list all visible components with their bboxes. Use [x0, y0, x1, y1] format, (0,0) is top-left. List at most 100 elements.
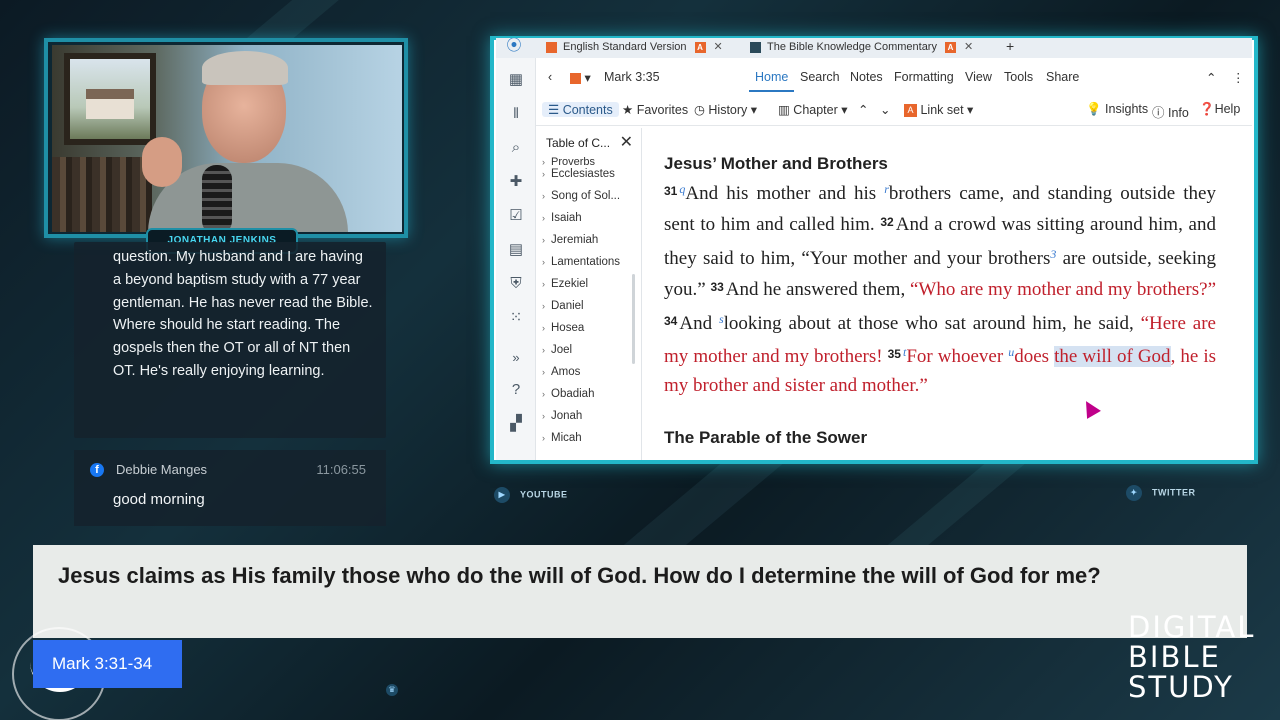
toc-item-label: Isaiah	[551, 212, 582, 224]
app-sidebar: ▦ 𝍪 ⌕ ✚ ☑ ▤ ⛨ ⁙ » ? ▞	[496, 58, 536, 460]
verse-number[interactable]: 34	[664, 314, 677, 328]
toc-item[interactable]: › Hosea	[542, 322, 634, 344]
wall-painting	[64, 53, 156, 145]
help-icon[interactable]: ?	[506, 380, 526, 400]
help-button[interactable]: ❓Help	[1199, 102, 1240, 117]
more-icon[interactable]: ⋮	[1232, 70, 1245, 85]
previous-chapter-icon[interactable]: ⌃	[858, 102, 868, 117]
chevron-right-icon: ›	[542, 279, 545, 289]
verse-text: And his mother and his	[685, 182, 885, 204]
verse-text: And he answered them,	[725, 279, 910, 300]
insights-button[interactable]: 💡 Insights	[1086, 102, 1148, 117]
scripture-reference: Mark 3:31-34	[52, 654, 153, 673]
toc-item-label: Joel	[551, 344, 573, 356]
toc-item[interactable]: › Song of Sol...	[542, 190, 634, 212]
toc-item-label: Lamentations	[551, 256, 621, 268]
close-icon[interactable]: ✕	[964, 41, 973, 53]
expand-icon[interactable]: »	[506, 348, 526, 368]
webcam-video	[52, 45, 402, 232]
favorites-button[interactable]: ★ Favorites	[622, 102, 688, 117]
insights-label: Insights	[1105, 102, 1149, 116]
next-chapter-icon[interactable]: ⌄	[880, 102, 890, 117]
verse-text: And	[679, 312, 719, 334]
book-icon	[750, 41, 761, 53]
menu-tools[interactable]: Tools	[1004, 70, 1033, 84]
toc-item[interactable]: › Amos	[542, 366, 634, 388]
layouts-icon[interactable]: ▞	[506, 414, 526, 434]
menu-notes[interactable]: Notes	[850, 70, 883, 84]
highlighted-text[interactable]: the will of God	[1054, 346, 1171, 367]
words-of-christ: For whoever	[906, 346, 1009, 367]
history-button[interactable]: ◷ History ▾	[694, 102, 757, 117]
question-banner	[33, 545, 1247, 638]
toc-item[interactable]: › Jonah	[542, 410, 634, 432]
logos-logo-icon[interactable]: ⦿	[504, 38, 524, 56]
toc-item-label: Ezekiel	[551, 278, 589, 290]
toc-item-label: Micah	[551, 432, 582, 444]
brand-line: STUDY	[1128, 670, 1234, 704]
shield-icon[interactable]: ⛨	[506, 274, 526, 294]
question-text: Jesus claims as His family those who do …	[58, 563, 1101, 588]
resource-menu-icon[interactable]: ▾	[570, 70, 591, 85]
toc-item-label: Jeremiah	[551, 234, 599, 246]
verse-number[interactable]: 35	[888, 347, 901, 361]
chevron-right-icon: ›	[542, 323, 545, 333]
menu-search[interactable]: Search	[800, 70, 840, 84]
chat-author: Debbie Manges	[116, 462, 208, 477]
verse-number[interactable]: 31	[664, 184, 677, 198]
chat-time: 11:06:55	[316, 462, 366, 477]
contents-button[interactable]: ☰ Contents	[542, 102, 619, 117]
close-icon[interactable]: ✕	[620, 132, 633, 152]
toc-item[interactable]: › Ecclesiastes	[542, 168, 634, 190]
dashboard-icon[interactable]: ▦	[506, 70, 526, 90]
words-of-christ: “Who are my mother and my brothers?”	[909, 279, 1217, 300]
document-icon[interactable]: ▤	[506, 240, 526, 260]
bible-icon	[546, 41, 557, 53]
chevron-right-icon: ›	[542, 345, 545, 355]
library-icon[interactable]: 𝍪	[506, 104, 526, 124]
search-icon[interactable]: ⌕	[506, 138, 526, 158]
link-set-button[interactable]: A Link set ▾	[904, 102, 973, 118]
back-icon[interactable]: ‹	[548, 70, 552, 84]
apps-icon[interactable]: ⁙	[506, 308, 526, 328]
close-icon[interactable]: ✕	[714, 41, 723, 53]
chevron-right-icon: ›	[542, 169, 545, 179]
toc-item[interactable]: › Daniel	[542, 300, 634, 322]
chapter-button[interactable]: ▥ Chapter ▾	[778, 102, 848, 117]
tab-bkc[interactable]: The Bible Knowledge Commentary A ✕	[750, 40, 973, 58]
toc-item[interactable]: › Lamentations	[542, 256, 634, 278]
toc-item[interactable]: › Jeremiah	[542, 234, 634, 256]
menu-share[interactable]: Share	[1046, 70, 1079, 84]
toc-item-label: Song of Sol...	[551, 190, 621, 202]
tab-esv[interactable]: English Standard Version A ✕	[546, 40, 723, 58]
toc-item[interactable]: › Isaiah	[542, 212, 634, 234]
new-tab-button[interactable]: +	[1006, 38, 1014, 56]
menu-home[interactable]: Home	[749, 66, 795, 92]
brand-line: DIGITAL	[1128, 610, 1256, 644]
verse-number[interactable]: 33	[710, 280, 723, 294]
checklist-icon[interactable]: ☑	[506, 206, 526, 226]
chevron-right-icon: ›	[542, 157, 545, 167]
toc-scrollbar[interactable]	[632, 274, 635, 364]
bible-icon[interactable]: ✚	[506, 172, 526, 192]
chevron-right-icon: ›	[542, 411, 545, 421]
microphone	[202, 165, 232, 232]
reference-box[interactable]: Mark 3:35	[604, 70, 660, 84]
link-set-label: Link set	[920, 103, 964, 117]
info-button[interactable]: ⓘ Info	[1152, 102, 1189, 121]
toc-item[interactable]: › Joel	[542, 344, 634, 366]
toc-item[interactable]: › Micah	[542, 432, 634, 454]
words-of-christ: does	[1014, 346, 1055, 367]
toc-item[interactable]: › Obadiah	[542, 388, 634, 410]
toc-item[interactable]: › Ezekiel	[542, 278, 634, 300]
verse-number[interactable]: 32	[880, 215, 893, 229]
menu-view[interactable]: View	[965, 70, 992, 84]
collapse-icon[interactable]: ⌃	[1206, 70, 1216, 85]
chat-message-text: question. My husband and I are having a …	[113, 249, 373, 379]
history-label: History	[708, 103, 748, 117]
menu-formatting[interactable]: Formatting	[894, 70, 954, 84]
twitter-icon: ✦	[1126, 485, 1142, 501]
resource-icon: A	[944, 41, 956, 53]
toc-item[interactable]: › Proverbs	[542, 156, 634, 168]
help-label: Help	[1214, 102, 1241, 116]
